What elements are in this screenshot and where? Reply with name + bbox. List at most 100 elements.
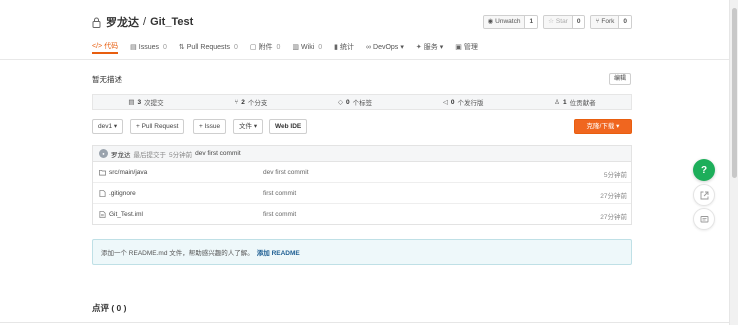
fork-icon: ⑂	[595, 18, 600, 25]
tab-attachments-label: 附件	[258, 44, 273, 51]
tab-devops-label: DevOps	[373, 43, 399, 51]
stat-contributors[interactable]: ♙ 1 位贡献者	[554, 97, 596, 108]
readme-hint-text: 添加一个 README.md 文件，帮助感兴趣的人了解。	[101, 250, 254, 257]
contributor-icon: ♙	[554, 99, 560, 106]
wiki-icon: ▥	[292, 44, 300, 51]
file-commit-message[interactable]: dev first commit	[263, 169, 309, 176]
vertical-scrollbar[interactable]	[729, 0, 738, 325]
table-row[interactable]: .gitignore first commit 27分钟前	[93, 183, 631, 204]
star-button[interactable]: ☆ Star 0	[543, 15, 586, 29]
add-readme-link[interactable]: 添加 README	[257, 247, 300, 257]
scrollbar-thumb[interactable]	[732, 8, 737, 178]
devops-icon: ∞	[366, 43, 372, 51]
tab-pull-requests[interactable]: ⇅ Pull Requests 0	[179, 40, 238, 54]
repo-page: 罗龙达 / Git_Test ◉ Unwatch 1 ☆ Star 0 ⑂ Fork …	[0, 0, 738, 325]
branch-icon: ⑂	[234, 98, 239, 106]
chevron-down-icon: ▾	[439, 44, 444, 51]
stat-branches-label: 个分支	[247, 100, 268, 107]
tab-issues-count: 0	[162, 43, 167, 51]
help-button[interactable]: ?	[693, 159, 715, 181]
file-commit-time: 27分钟前	[600, 214, 627, 221]
commit-author[interactable]: 罗龙达	[111, 149, 131, 159]
tab-attachments[interactable]: ▢ 附件 0	[250, 40, 281, 54]
file-menu-label: 文件	[239, 123, 252, 130]
stat-releases-count: 0	[450, 98, 455, 106]
chevron-down-icon: ▾	[400, 44, 404, 51]
star-icon: ☆	[548, 18, 554, 25]
readme-hint: 添加一个 README.md 文件，帮助感兴趣的人了解。 添加 README	[92, 239, 632, 265]
tab-issues[interactable]: ▤ Issues 0	[130, 40, 167, 54]
message-icon	[700, 215, 708, 222]
tab-devops[interactable]: ∞ DevOps ▾	[366, 40, 404, 54]
file-name-link[interactable]: src/main/java	[109, 169, 147, 176]
stat-branches[interactable]: ⑂ 2 个分支	[234, 97, 268, 108]
comments-divider	[0, 322, 729, 323]
repo-description: 暂无描述	[92, 75, 122, 84]
tab-wiki-label: Wiki	[301, 43, 315, 51]
tab-stats[interactable]: ▮ 统计	[334, 40, 354, 54]
new-issue-button[interactable]: + Issue	[193, 119, 227, 134]
file-commit-message[interactable]: first commit	[263, 211, 296, 218]
tab-issues-label: Issues	[138, 43, 159, 51]
commit-message[interactable]: dev first commit	[195, 150, 241, 157]
stat-commits[interactable]: ▤ 3 次提交	[128, 97, 163, 108]
lock-icon	[92, 17, 101, 28]
tab-wiki[interactable]: ▥ Wiki 0	[292, 40, 322, 54]
share-button[interactable]	[693, 184, 715, 206]
repo-name-link[interactable]: Git_Test	[150, 16, 193, 28]
file-list: ● 罗龙达 最后提交于 5分钟前 dev first commit src/ma…	[92, 145, 632, 225]
tag-icon: ◇	[338, 99, 344, 106]
stat-contributors-count: 1	[562, 98, 567, 106]
file-name-link[interactable]: Git_Test.iml	[109, 211, 143, 218]
stat-tags-label: 个标签	[352, 100, 373, 107]
fork-count[interactable]: 0	[618, 16, 631, 28]
file-name-link[interactable]: .gitignore	[109, 190, 136, 197]
edit-description-button[interactable]: 编辑	[609, 73, 631, 85]
pull-request-icon: ⇅	[178, 44, 185, 51]
issue-icon: ▤	[130, 44, 137, 51]
file-menu-button[interactable]: 文件 ▾	[233, 119, 264, 134]
star-label: Star	[555, 18, 568, 25]
clone-download-label: 克隆/下载	[586, 123, 615, 130]
stat-contributors-label: 位贡献者	[569, 100, 596, 107]
unwatch-count[interactable]: 1	[524, 16, 538, 28]
code-icon: </>	[92, 42, 103, 50]
attachment-icon: ▢	[249, 44, 257, 51]
tab-code[interactable]: </> 代码	[92, 40, 119, 54]
fork-button[interactable]: ⑂ Fork 0	[590, 15, 632, 29]
repo-actions: ◉ Unwatch 1 ☆ Star 0 ⑂ Fork 0	[482, 15, 632, 29]
feedback-button[interactable]	[693, 208, 715, 230]
new-pull-request-button[interactable]: + Pull Request	[130, 119, 185, 134]
stat-releases-label: 个发行版	[457, 100, 484, 107]
stat-releases[interactable]: ◁ 0 个发行版	[442, 97, 484, 108]
release-icon: ◁	[442, 99, 448, 106]
tab-service[interactable]: ✦ 服务 ▾	[416, 40, 443, 54]
tab-wiki-count: 0	[318, 43, 323, 51]
commit-time: 5分钟前	[169, 151, 193, 159]
star-count[interactable]: 0	[571, 16, 585, 28]
repo-title: 罗龙达 / Git_Test	[92, 14, 193, 30]
file-icon	[99, 211, 106, 218]
repo-owner-link[interactable]: 罗龙达	[106, 14, 139, 30]
commit-icon: ▤	[128, 99, 135, 106]
repo-tabs: </> 代码 ▤ Issues 0 ⇅ Pull Requests 0 ▢ 附件…	[92, 40, 478, 56]
table-row[interactable]: src/main/java dev first commit 5分钟前	[93, 162, 631, 183]
chevron-down-icon: ▾	[253, 123, 258, 130]
file-commit-time: 5分钟前	[603, 172, 627, 179]
table-row[interactable]: Git_Test.iml first commit 27分钟前	[93, 204, 631, 225]
clone-download-button[interactable]: 克隆/下载 ▾	[574, 119, 632, 134]
branch-select[interactable]: dev1 ▾	[92, 119, 124, 134]
unwatch-label: Unwatch	[495, 18, 521, 25]
web-ide-button[interactable]: Web IDE	[269, 119, 308, 134]
commit-meta: 最后提交于	[133, 151, 167, 159]
file-commit-message[interactable]: first commit	[263, 190, 296, 197]
avatar[interactable]: ●	[99, 149, 108, 158]
tab-manage[interactable]: ▣ 管理	[455, 40, 478, 54]
tab-pull-requests-label: Pull Requests	[186, 43, 230, 51]
repo-stats-bar: ▤ 3 次提交 ⑂ 2 个分支 ◇ 0 个标签 ◁ 0 个发行版 ♙ 1 位贡献…	[92, 94, 632, 110]
unwatch-button[interactable]: ◉ Unwatch 1	[482, 15, 539, 29]
eye-icon: ◉	[487, 18, 494, 25]
branch-select-value: dev1	[98, 123, 113, 130]
stat-tags[interactable]: ◇ 0 个标签	[338, 97, 373, 108]
stat-tags-count: 0	[346, 98, 350, 106]
